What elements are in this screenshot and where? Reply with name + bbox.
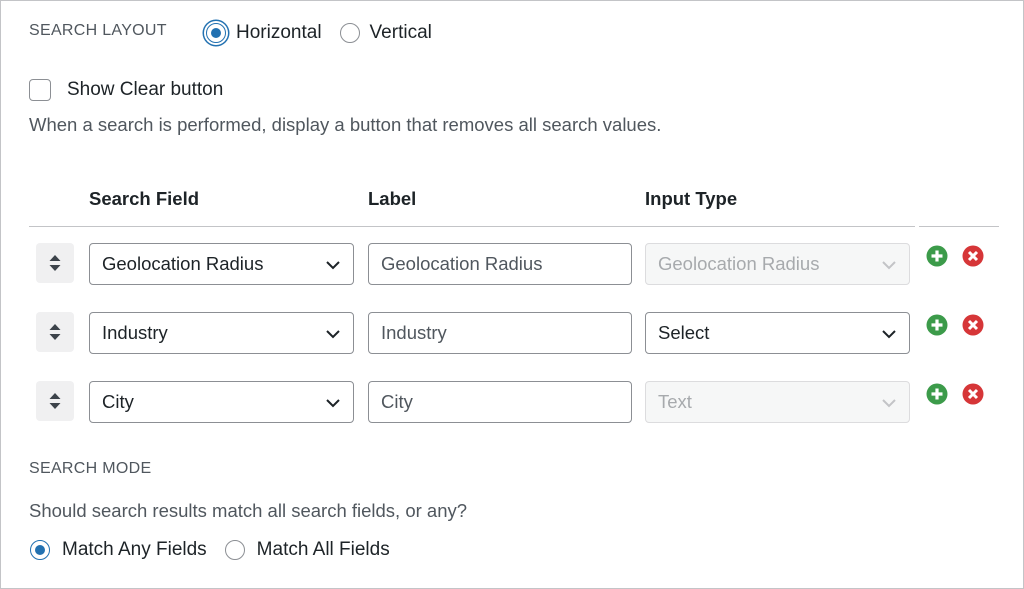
search-field-row: Industry Industry Select	[1, 312, 1024, 354]
search-mode-radio-group: Match Any Fields Match All Fields	[30, 539, 408, 561]
chevron-down-icon	[882, 330, 896, 339]
add-row-button[interactable]	[926, 314, 948, 336]
settings-panel: SEARCH LAYOUT Horizontal Vertical Show C…	[0, 0, 1024, 589]
chevron-down-icon	[326, 399, 340, 408]
show-clear-description: When a search is performed, display a bu…	[29, 114, 662, 135]
chevron-down-icon	[326, 261, 340, 270]
search-field-value: Geolocation Radius	[102, 253, 264, 274]
label-input[interactable]: Geolocation Radius	[368, 243, 632, 285]
sort-handle-icon[interactable]	[36, 243, 74, 283]
show-clear-option[interactable]: Show Clear button	[29, 79, 223, 101]
search-layout-radio-group: Horizontal Vertical	[206, 22, 450, 44]
input-type-value: Text	[658, 391, 692, 412]
input-type-value: Select	[658, 322, 710, 343]
label-input-placeholder: Geolocation Radius	[381, 253, 543, 274]
input-type-select: Geolocation Radius	[645, 243, 910, 285]
label-input-placeholder: City	[381, 391, 413, 412]
search-field-select[interactable]: Industry	[89, 312, 354, 354]
header-input-type: Input Type	[645, 188, 738, 209]
mode-any-radio[interactable]	[30, 540, 50, 560]
search-field-row: Geolocation Radius Geolocation Radius Ge…	[1, 243, 1024, 285]
chevron-down-icon	[882, 399, 896, 408]
mode-any-option[interactable]: Match Any Fields	[30, 539, 207, 561]
header-label: Label	[368, 188, 417, 209]
input-type-select: Text	[645, 381, 910, 423]
search-mode-description: Should search results match all search f…	[29, 500, 468, 521]
chevron-down-icon	[326, 330, 340, 339]
label-input[interactable]: Industry	[368, 312, 632, 354]
layout-vertical-radio[interactable]	[339, 23, 360, 43]
remove-row-button[interactable]	[962, 383, 984, 405]
add-row-button[interactable]	[926, 383, 948, 405]
remove-row-button[interactable]	[962, 314, 984, 336]
chevron-down-icon	[882, 261, 896, 270]
mode-all-label: Match All Fields	[256, 539, 390, 560]
header-divider	[29, 226, 999, 227]
input-type-value: Geolocation Radius	[658, 253, 820, 274]
search-field-value: Industry	[102, 322, 168, 343]
search-field-value: City	[102, 391, 134, 412]
mode-all-option[interactable]: Match All Fields	[224, 539, 390, 561]
sort-handle-icon[interactable]	[36, 381, 74, 421]
remove-row-button[interactable]	[962, 245, 984, 267]
layout-vertical-option[interactable]: Vertical	[339, 22, 432, 44]
show-clear-label: Show Clear button	[67, 79, 224, 100]
layout-vertical-label: Vertical	[369, 22, 432, 43]
search-field-select[interactable]: Geolocation Radius	[89, 243, 354, 285]
layout-horizontal-option[interactable]: Horizontal	[206, 22, 322, 44]
label-input[interactable]: City	[368, 381, 632, 423]
layout-horizontal-radio[interactable]	[206, 23, 226, 43]
search-mode-heading: SEARCH MODE	[29, 460, 152, 477]
input-type-select[interactable]: Select	[645, 312, 910, 354]
add-row-button[interactable]	[926, 245, 948, 267]
search-field-row: City City Text	[1, 381, 1024, 423]
show-clear-checkbox[interactable]	[29, 79, 51, 101]
layout-horizontal-label: Horizontal	[236, 22, 322, 43]
header-search-field: Search Field	[89, 188, 200, 209]
search-field-select[interactable]: City	[89, 381, 354, 423]
label-input-placeholder: Industry	[381, 322, 447, 343]
sort-handle-icon[interactable]	[36, 312, 74, 352]
search-layout-heading: SEARCH LAYOUT	[29, 22, 167, 39]
mode-all-radio[interactable]	[224, 540, 245, 560]
mode-any-label: Match Any Fields	[62, 539, 207, 560]
